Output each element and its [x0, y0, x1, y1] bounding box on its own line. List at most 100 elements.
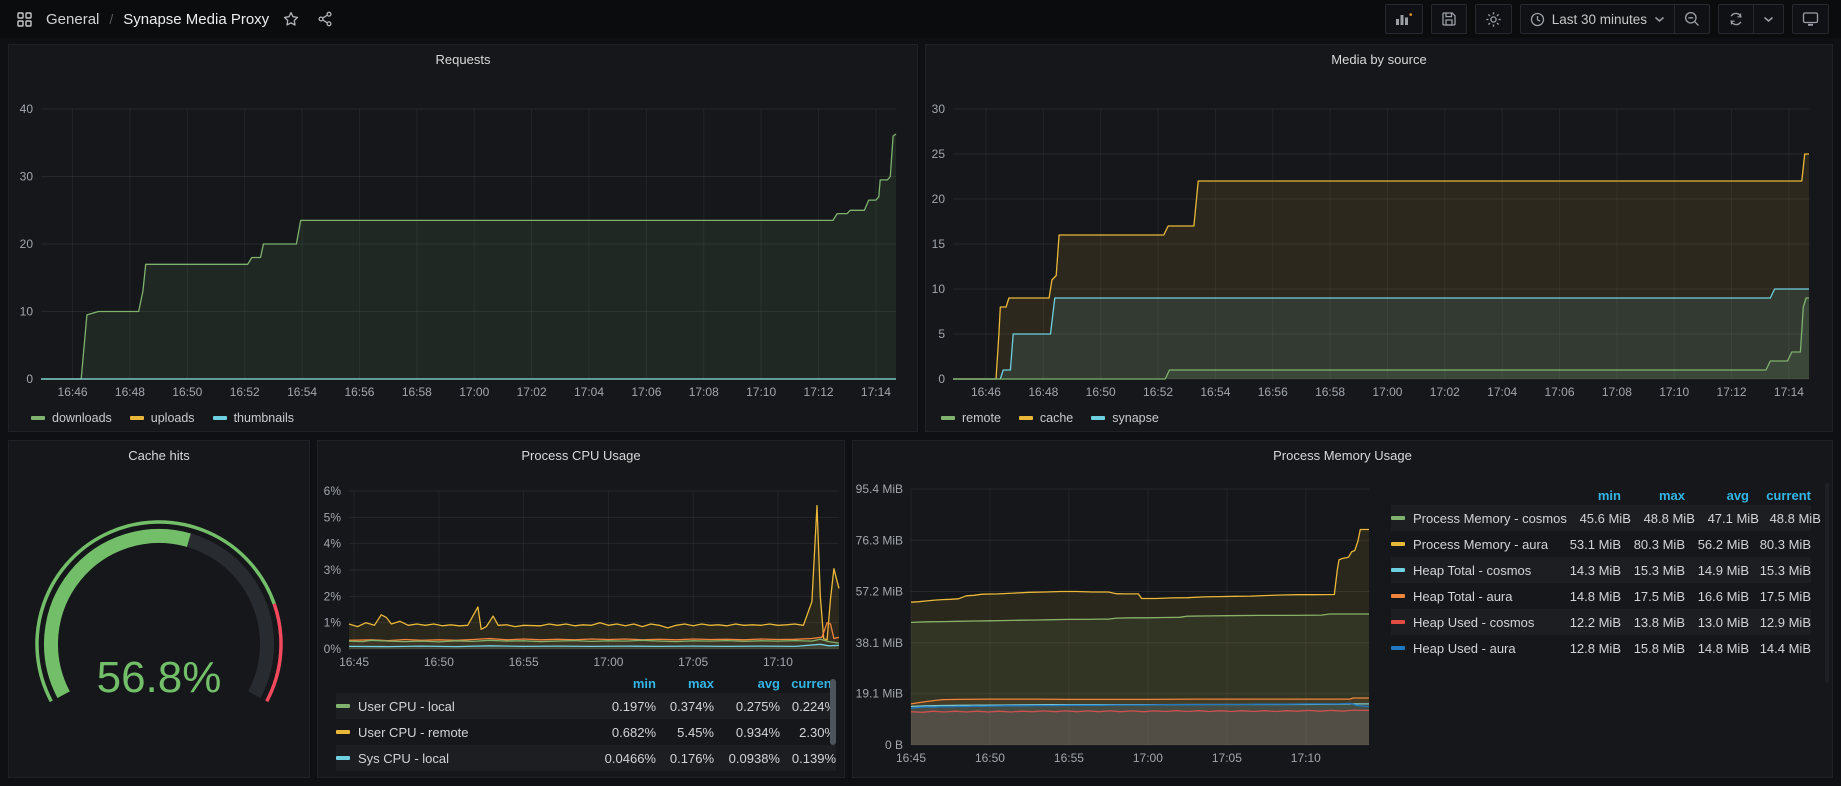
legend-row-sys-cpu-local: Sys CPU - local 0.0466% 0.176% 0.0938% 0…	[336, 745, 836, 771]
zoom-out-icon	[1684, 11, 1700, 27]
legend-row-heap-total-cosmos: Heap Total - cosmos 14.3 MiB 15.3 MiB 14…	[1391, 557, 1811, 583]
dashboard-toolbar: Last 30 minutes	[1385, 4, 1829, 34]
svg-text:16:58: 16:58	[402, 385, 432, 399]
panel-process-cpu: Process CPU Usage 0%1%2%3%4%5%6%16:4516:…	[317, 440, 845, 778]
legend-item-remote[interactable]: remote	[941, 411, 1001, 425]
dashboard-settings-button[interactable]	[1475, 4, 1512, 34]
media-by-source-chart[interactable]: 05101520253016:4616:4816:5016:5216:5416:…	[926, 45, 1832, 431]
cpu-legend-header: min max avg current	[336, 673, 836, 693]
svg-text:16:50: 16:50	[172, 385, 202, 399]
breadcrumb-folder[interactable]: General	[46, 11, 99, 28]
svg-text:0%: 0%	[324, 642, 342, 656]
legend-header-min[interactable]: min	[594, 676, 656, 691]
svg-text:17:08: 17:08	[1602, 385, 1632, 399]
svg-text:1%: 1%	[324, 616, 342, 630]
svg-text:16:52: 16:52	[1143, 385, 1173, 399]
panel-title-media[interactable]: Media by source	[926, 52, 1832, 67]
requests-chart[interactable]: 01020304016:4616:4816:5016:5216:5416:561…	[9, 45, 917, 431]
svg-text:17:06: 17:06	[631, 385, 661, 399]
svg-text:17:10: 17:10	[746, 385, 776, 399]
legend-header-min[interactable]: min	[1557, 488, 1621, 503]
svg-text:17:14: 17:14	[861, 385, 891, 399]
refresh-icon	[1728, 11, 1744, 27]
panel-media-by-source: Media by source 05101520253016:4616:4816…	[925, 44, 1833, 432]
zoom-out-button[interactable]	[1674, 5, 1709, 33]
panel-cache-hits: Cache hits 56.8%	[8, 440, 310, 778]
svg-text:16:55: 16:55	[509, 655, 539, 669]
add-panel-button[interactable]	[1385, 4, 1423, 34]
svg-text:2%: 2%	[324, 589, 342, 603]
refresh-button[interactable]	[1719, 5, 1753, 33]
svg-text:25: 25	[932, 147, 946, 161]
legend-header-avg[interactable]: avg	[714, 676, 780, 691]
share-icon[interactable]	[313, 7, 337, 31]
apps-grid-icon[interactable]	[12, 7, 36, 31]
legend-header-avg[interactable]: avg	[1685, 488, 1749, 503]
svg-text:40: 40	[20, 102, 34, 116]
svg-text:17:04: 17:04	[574, 385, 604, 399]
svg-text:0: 0	[938, 372, 945, 386]
memory-legend-scrollbar-track[interactable]	[1825, 483, 1829, 683]
time-controls: Last 30 minutes	[1520, 4, 1710, 34]
cpu-legend-table: min max avg current User CPU - local 0.1…	[336, 673, 836, 771]
svg-text:15: 15	[932, 237, 946, 251]
svg-text:16:45: 16:45	[896, 751, 926, 765]
svg-text:17:10: 17:10	[1291, 751, 1321, 765]
breadcrumb: General / Synapse Media Proxy	[12, 7, 337, 31]
svg-text:16:46: 16:46	[971, 385, 1001, 399]
panel-title-cache-hits[interactable]: Cache hits	[9, 448, 309, 463]
navbar: General / Synapse Media Proxy	[0, 0, 1841, 38]
svg-text:4%: 4%	[324, 537, 342, 551]
memory-legend-header: min max avg current	[1391, 485, 1811, 505]
legend-row-heap-used-aura: Heap Used - aura 12.8 MiB 15.8 MiB 14.8 …	[1391, 635, 1811, 661]
svg-text:3%: 3%	[324, 563, 342, 577]
legend-header-max[interactable]: max	[656, 676, 714, 691]
svg-text:20: 20	[932, 192, 946, 206]
add-panel-icon	[1395, 11, 1413, 27]
panel-title-process-cpu[interactable]: Process CPU Usage	[318, 448, 844, 463]
svg-text:17:00: 17:00	[593, 655, 623, 669]
svg-text:38.1 MiB: 38.1 MiB	[856, 636, 903, 650]
legend-row-user-cpu-remote: User CPU - remote 0.682% 5.45% 0.934% 2.…	[336, 719, 836, 745]
svg-text:16:50: 16:50	[424, 655, 454, 669]
svg-text:17:10: 17:10	[763, 655, 793, 669]
legend-header-current[interactable]: current	[1749, 488, 1811, 503]
svg-text:17:05: 17:05	[678, 655, 708, 669]
svg-text:16:52: 16:52	[230, 385, 260, 399]
svg-text:17:00: 17:00	[1372, 385, 1402, 399]
svg-text:95.4 MiB: 95.4 MiB	[856, 482, 903, 496]
panel-title-requests[interactable]: Requests	[9, 52, 917, 67]
media-legend: remote cache synapse	[941, 411, 1159, 425]
svg-text:17:12: 17:12	[804, 385, 834, 399]
legend-row-user-cpu-local: User CPU - local 0.197% 0.374% 0.275% 0.…	[336, 693, 836, 719]
svg-text:5: 5	[938, 327, 945, 341]
legend-item-cache[interactable]: cache	[1019, 411, 1073, 425]
svg-text:57.2 MiB: 57.2 MiB	[856, 585, 903, 599]
save-dashboard-button[interactable]	[1431, 4, 1467, 34]
svg-text:16:45: 16:45	[339, 655, 369, 669]
legend-item-uploads[interactable]: uploads	[130, 411, 195, 425]
svg-text:17:05: 17:05	[1212, 751, 1242, 765]
legend-item-synapse[interactable]: synapse	[1091, 411, 1159, 425]
svg-text:16:55: 16:55	[1054, 751, 1084, 765]
legend-row-process-memory-aura: Process Memory - aura 53.1 MiB 80.3 MiB …	[1391, 531, 1811, 557]
dashboard-title[interactable]: Synapse Media Proxy	[123, 11, 269, 28]
legend-row-heap-used-cosmos: Heap Used - cosmos 12.2 MiB 13.8 MiB 13.…	[1391, 609, 1811, 635]
cycle-view-button[interactable]	[1792, 4, 1829, 34]
legend-header-max[interactable]: max	[1621, 488, 1685, 503]
cpu-legend-scrollbar[interactable]	[830, 679, 836, 745]
svg-text:0 B: 0 B	[885, 738, 903, 752]
refresh-interval-dropdown[interactable]	[1753, 5, 1783, 33]
legend-header-current[interactable]: current	[780, 676, 836, 691]
svg-text:16:56: 16:56	[1258, 385, 1288, 399]
legend-item-thumbnails[interactable]: thumbnails	[213, 411, 294, 425]
star-icon[interactable]	[279, 7, 303, 31]
time-range-picker[interactable]: Last 30 minutes	[1521, 5, 1674, 33]
legend-item-downloads[interactable]: downloads	[31, 411, 112, 425]
svg-text:16:48: 16:48	[115, 385, 145, 399]
svg-text:19.1 MiB: 19.1 MiB	[856, 687, 903, 701]
chevron-down-icon	[1763, 16, 1774, 23]
svg-text:6%: 6%	[324, 484, 342, 498]
svg-text:30: 30	[20, 170, 34, 184]
panel-title-process-memory[interactable]: Process Memory Usage	[853, 448, 1832, 463]
